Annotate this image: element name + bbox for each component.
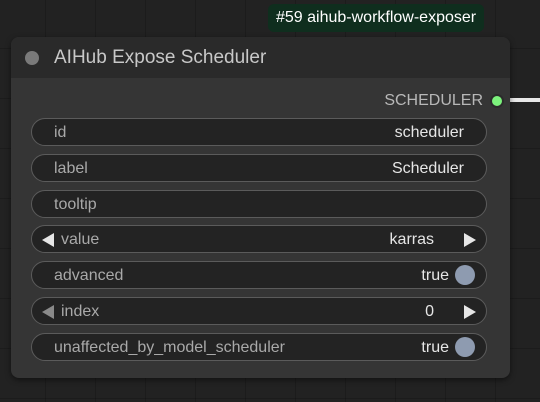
increment-arrow-icon[interactable] [464, 305, 476, 319]
combo-next-arrow-icon[interactable] [464, 233, 476, 247]
widget-unaffected-label: unaffected_by_model_scheduler [54, 339, 285, 356]
decrement-arrow-icon[interactable] [42, 305, 54, 319]
node-source-badge-text: #59 aihub-workflow-exposer [276, 9, 477, 26]
widget-unaffected-value: true [421, 339, 449, 356]
widget-index-number[interactable]: index 0 [31, 297, 487, 325]
scheduler-node[interactable]: AIHub Expose Scheduler SCHEDULER id sche… [11, 37, 510, 378]
widget-value-label: value [61, 231, 100, 248]
node-source-badge: #59 aihub-workflow-exposer [268, 4, 485, 32]
widget-unaffected-toggle[interactable]: unaffected_by_model_scheduler true [31, 333, 487, 361]
combo-prev-arrow-icon[interactable] [42, 233, 54, 247]
widget-tooltip-label: tooltip [54, 196, 97, 213]
widget-value-value: karras [389, 231, 434, 248]
widget-id-label: id [54, 124, 67, 141]
widget-label-label: label [54, 160, 88, 177]
graph-canvas[interactable]: #59 aihub-workflow-exposer AIHub Expose … [0, 0, 540, 402]
widget-label[interactable]: label Scheduler [31, 154, 487, 182]
widget-label-value: Scheduler [391, 160, 464, 177]
collapse-dot-icon[interactable] [25, 51, 39, 65]
node-title: AIHub Expose Scheduler [54, 47, 267, 68]
output-slot-label: SCHEDULER [384, 92, 483, 109]
widget-id[interactable]: id scheduler [31, 118, 487, 146]
toggle-knob-icon[interactable] [455, 265, 475, 285]
toggle-knob-icon[interactable] [455, 337, 475, 357]
widget-id-value: scheduler [394, 124, 464, 141]
widget-advanced-toggle[interactable]: advanced true [31, 261, 487, 289]
widget-index-value: 0 [425, 303, 434, 320]
widget-tooltip[interactable]: tooltip [31, 190, 487, 218]
node-title-bar[interactable]: AIHub Expose Scheduler [11, 37, 510, 78]
widget-advanced-value: true [421, 267, 449, 284]
widget-index-label: index [61, 303, 100, 320]
widget-advanced-label: advanced [54, 267, 124, 284]
output-slot: SCHEDULER [11, 90, 510, 112]
output-connector-dot-icon[interactable] [492, 96, 502, 106]
widget-value-combo[interactable]: value karras [31, 225, 487, 253]
